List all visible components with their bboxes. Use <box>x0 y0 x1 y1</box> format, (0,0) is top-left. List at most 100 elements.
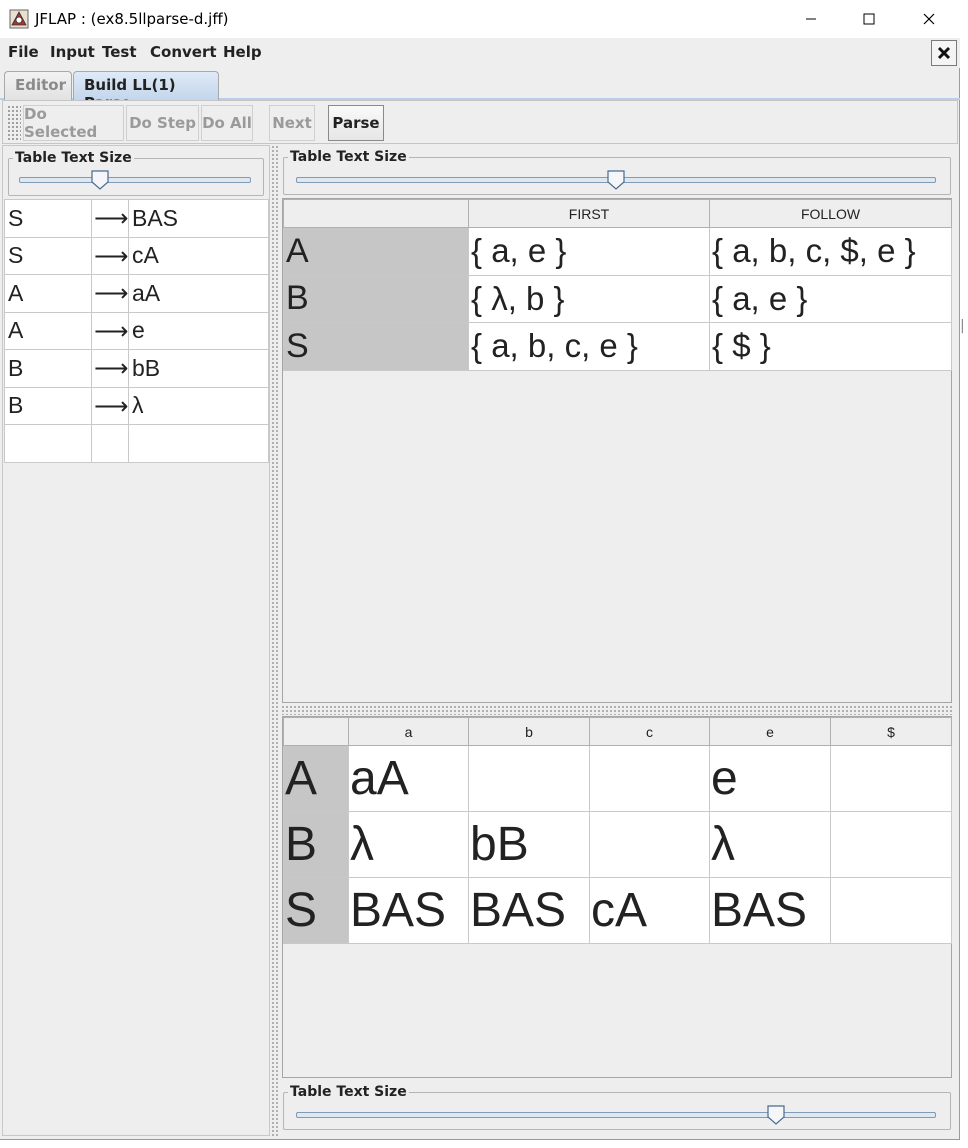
follow-set-cell[interactable]: { a, e } <box>709 274 952 323</box>
parse-table-cell[interactable]: aA <box>348 745 469 812</box>
production-row[interactable]: A ⟶ aA <box>4 274 269 313</box>
next-button[interactable]: Next <box>269 105 315 141</box>
parse-table-cell[interactable] <box>830 811 952 878</box>
toolbar-grip[interactable] <box>7 105 21 141</box>
grammar-table: S ⟶ BAS S ⟶ cA A ⟶ aA A ⟶ e B ⟶ bB B ⟶ λ <box>4 199 269 463</box>
minimize-button[interactable] <box>782 0 840 38</box>
production-lhs[interactable]: A <box>4 274 92 313</box>
production-row[interactable]: B ⟶ λ <box>4 386 269 425</box>
production-lhs[interactable] <box>4 424 92 463</box>
tab-strip: Editor Build LL(1) Parse <box>0 68 960 112</box>
do-selected-button[interactable]: Do Selected <box>23 105 124 141</box>
production-arrow: ⟶ <box>91 199 129 238</box>
column-header[interactable] <box>283 717 349 746</box>
first-set-cell[interactable]: { λ, b } <box>468 274 710 323</box>
production-lhs[interactable]: S <box>4 236 92 275</box>
first-set-cell[interactable]: { a, e } <box>468 227 710 276</box>
first-set-cell[interactable]: { a, b, c, e } <box>468 322 710 371</box>
production-rhs[interactable]: λ <box>128 386 269 425</box>
production-row[interactable]: S ⟶ cA <box>4 236 269 275</box>
parse-table-cell[interactable] <box>589 745 710 812</box>
parse-table-text-size-slider[interactable] <box>296 1112 936 1118</box>
parse-table-cell[interactable] <box>830 745 952 812</box>
horizontal-split-divider[interactable] <box>281 705 953 715</box>
production-arrow: ⟶ <box>91 236 129 275</box>
parse-table-cell[interactable]: BAS <box>468 877 590 944</box>
menu-help[interactable]: Help <box>223 43 262 61</box>
production-lhs[interactable]: B <box>4 386 92 425</box>
production-arrow: ⟶ <box>91 311 129 350</box>
parse-table-row: S BAS BAS cA BAS <box>283 877 952 944</box>
menu-file[interactable]: File <box>8 43 39 61</box>
first-follow-table: FIRST FOLLOW A{ a, e }{ a, b, c, $, e } B… <box>283 199 952 371</box>
production-rhs[interactable]: cA <box>128 236 269 275</box>
table-text-size-label: Table Text Size <box>15 150 132 166</box>
background-glyph: | <box>960 318 965 334</box>
terminal-column-header[interactable]: a <box>348 717 469 746</box>
production-arrow <box>91 424 129 463</box>
parse-button[interactable]: Parse <box>328 105 384 141</box>
parse-table-cell[interactable] <box>830 877 952 944</box>
production-lhs[interactable]: B <box>4 349 92 388</box>
parse-table-cell[interactable]: bB <box>468 811 590 878</box>
menu-bar: File Input Test Convert Help <box>0 38 960 68</box>
tab-editor[interactable]: Editor <box>4 71 72 100</box>
production-row[interactable]: S ⟶ BAS <box>4 199 269 238</box>
menu-input[interactable]: Input <box>50 43 95 61</box>
slider-thumb-icon[interactable] <box>607 170 625 190</box>
production-row[interactable]: B ⟶ bB <box>4 349 269 388</box>
parse-table-cell[interactable]: BAS <box>709 877 831 944</box>
production-lhs[interactable]: S <box>4 199 92 238</box>
production-row[interactable] <box>4 424 269 463</box>
production-rhs[interactable]: e <box>128 311 269 350</box>
maximize-icon <box>863 13 875 25</box>
close-tab-button[interactable] <box>931 40 957 66</box>
parse-table-cell[interactable]: BAS <box>348 877 469 944</box>
terminal-column-header[interactable]: $ <box>830 717 952 746</box>
production-arrow: ⟶ <box>91 349 129 388</box>
parse-table-cell[interactable]: cA <box>589 877 710 944</box>
column-header-follow[interactable]: FOLLOW <box>709 199 952 228</box>
production-rhs[interactable] <box>128 424 269 463</box>
parse-table-cell[interactable]: e <box>709 745 831 812</box>
parse-table-row: Bλ bB λ <box>283 811 952 878</box>
nonterminal-cell: B <box>283 811 349 878</box>
slider-thumb-icon[interactable] <box>767 1105 785 1125</box>
vertical-split-divider[interactable] <box>271 145 280 1136</box>
close-icon <box>937 46 951 60</box>
parse-table: a b c e $ AaA e Bλ bB λ S BAS BAS cA BAS <box>283 717 952 944</box>
terminal-column-header[interactable]: e <box>709 717 831 746</box>
menu-test[interactable]: Test <box>102 43 137 61</box>
do-step-button[interactable]: Do Step <box>126 105 199 141</box>
tab-build-ll1-parse[interactable]: Build LL(1) Parse <box>73 71 219 112</box>
window-close-button[interactable] <box>900 0 958 38</box>
production-rhs[interactable]: bB <box>128 349 269 388</box>
parse-table-cell[interactable]: λ <box>709 811 831 878</box>
production-row[interactable]: A ⟶ e <box>4 311 269 350</box>
production-rhs[interactable]: aA <box>128 274 269 313</box>
parse-table-cell[interactable] <box>589 811 710 878</box>
terminal-column-header[interactable]: c <box>589 717 710 746</box>
column-header[interactable] <box>283 199 469 228</box>
slider-thumb-icon[interactable] <box>91 170 109 190</box>
nonterminal-cell: A <box>283 745 349 812</box>
grammar-pane: Table Text Size S ⟶ BAS S ⟶ cA A ⟶ aA A ⟶ e B ⟶ bB B ⟶ λ <box>2 145 270 1136</box>
parse-table-cell[interactable] <box>468 745 590 812</box>
do-all-button[interactable]: Do All <box>201 105 253 141</box>
production-arrow: ⟶ <box>91 386 129 425</box>
jflap-window: JFLAP : (ex8.5llparse-d.jff) File Input … <box>0 0 960 1140</box>
column-header-first[interactable]: FIRST <box>468 199 710 228</box>
production-lhs[interactable]: A <box>4 311 92 350</box>
nonterminal-cell: S <box>283 877 349 944</box>
menu-convert[interactable]: Convert <box>150 43 217 61</box>
grammar-text-size-group: Table Text Size <box>8 150 264 196</box>
grammar-text-size-slider[interactable] <box>19 177 251 183</box>
toolbar: Do Selected Do Step Do All Next Parse <box>2 100 958 144</box>
production-rhs[interactable]: BAS <box>128 199 269 238</box>
maximize-button[interactable] <box>840 0 898 38</box>
follow-set-cell[interactable]: { $ } <box>709 322 952 371</box>
first-follow-row: B{ λ, b }{ a, e } <box>283 274 952 323</box>
follow-set-cell[interactable]: { a, b, c, $, e } <box>709 227 952 276</box>
parse-table-cell[interactable]: λ <box>348 811 469 878</box>
terminal-column-header[interactable]: b <box>468 717 590 746</box>
